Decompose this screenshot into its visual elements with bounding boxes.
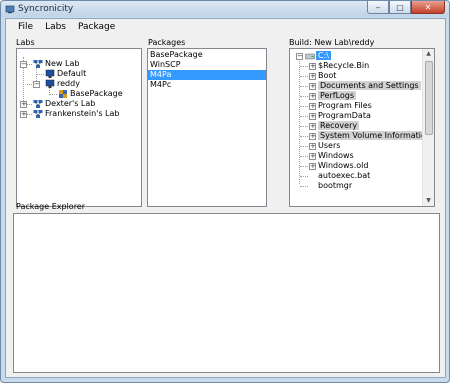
scroll-up-icon[interactable]: ▲ bbox=[423, 49, 434, 59]
tree-item-basepackage[interactable]: BasePackage bbox=[70, 89, 123, 99]
collapse-reddy[interactable]: − bbox=[33, 81, 40, 88]
tree-item-default[interactable]: Default bbox=[57, 69, 86, 79]
menu-package[interactable]: Package bbox=[72, 19, 121, 35]
tree-item[interactable]: autoexec.bat bbox=[318, 171, 370, 180]
list-item[interactable]: BasePackage bbox=[148, 50, 266, 60]
list-item[interactable]: M4Pc bbox=[148, 80, 266, 90]
minimize-button[interactable]: ‒ bbox=[367, 1, 389, 14]
network-computers-icon bbox=[33, 100, 43, 108]
labs-label: Labs bbox=[16, 38, 35, 47]
package-icon bbox=[59, 90, 67, 98]
menu-labs[interactable]: Labs bbox=[39, 19, 72, 35]
expand-folder[interactable]: + bbox=[309, 63, 316, 70]
expand-folder[interactable]: + bbox=[309, 153, 316, 160]
expand-folder[interactable]: + bbox=[309, 93, 316, 100]
maximize-button[interactable]: □ bbox=[389, 1, 411, 14]
close-button[interactable]: ✕ bbox=[411, 1, 445, 14]
packages-list[interactable]: BasePackage WinSCP M4Pa M4Pc bbox=[147, 48, 267, 207]
collapse-drive[interactable]: − bbox=[296, 53, 303, 60]
tree-item[interactable]: Windows.old bbox=[318, 161, 368, 170]
close-icon: ✕ bbox=[424, 2, 432, 12]
labs-tree[interactable]: − New Lab Default − reddy BasePackage + … bbox=[16, 48, 142, 207]
expand-folder[interactable]: + bbox=[309, 143, 316, 150]
build-scrollbar[interactable]: ▲ ▼ bbox=[422, 49, 434, 206]
client-area: File Labs Package Labs − New Lab Default… bbox=[5, 18, 446, 378]
build-label: Build: New Lab\reddy bbox=[289, 38, 375, 47]
network-computers-icon bbox=[33, 60, 43, 68]
tree-item[interactable]: PerfLogs bbox=[318, 91, 357, 100]
tree-item-frankensteins-lab[interactable]: Frankenstein's Lab bbox=[45, 109, 120, 119]
tree-item[interactable]: $Recycle.Bin bbox=[318, 61, 369, 70]
expand-folder[interactable]: + bbox=[309, 113, 316, 120]
package-explorer-label: Package Explorer bbox=[16, 202, 86, 211]
expand-frankensteins-lab[interactable]: + bbox=[20, 111, 27, 118]
scroll-thumb[interactable] bbox=[425, 61, 433, 135]
tree-item-reddy[interactable]: reddy bbox=[57, 79, 80, 89]
scroll-down-icon[interactable]: ▼ bbox=[423, 196, 434, 206]
menu-file[interactable]: File bbox=[12, 19, 39, 35]
minimize-icon: ‒ bbox=[375, 2, 381, 12]
expand-folder[interactable]: + bbox=[309, 103, 316, 110]
list-item[interactable]: M4Pa bbox=[148, 70, 266, 80]
tree-item-dexters-lab[interactable]: Dexter's Lab bbox=[45, 99, 95, 109]
app-icon bbox=[5, 5, 15, 14]
app-window: Syncronicity ‒ □ ✕ File Labs Package Lab… bbox=[0, 0, 450, 383]
tree-item-new-lab[interactable]: New Lab bbox=[45, 59, 79, 69]
tree-item[interactable]: bootmgr bbox=[318, 181, 352, 190]
window-title: Syncronicity bbox=[18, 4, 74, 14]
maximize-icon: □ bbox=[396, 2, 404, 12]
list-item[interactable]: WinSCP bbox=[148, 60, 266, 70]
tree-item[interactable]: Recovery bbox=[318, 121, 360, 130]
build-tree[interactable]: − C:\ + $Recycle.Bin + Boot + Documents and S… bbox=[289, 48, 435, 207]
expand-folder[interactable]: + bbox=[309, 73, 316, 80]
tree-item[interactable]: Program Files bbox=[318, 101, 372, 110]
packages-label: Packages bbox=[148, 38, 186, 47]
monitor-icon bbox=[45, 69, 55, 78]
package-explorer-panel[interactable] bbox=[13, 213, 440, 373]
tree-item[interactable]: Windows bbox=[318, 151, 354, 160]
tree-item[interactable]: ProgramData bbox=[318, 111, 371, 120]
network-computers-icon bbox=[33, 110, 43, 118]
collapse-new-lab[interactable]: − bbox=[20, 61, 27, 68]
tree-item[interactable]: Boot bbox=[318, 71, 336, 80]
expand-folder[interactable]: + bbox=[309, 133, 316, 140]
expand-folder[interactable]: + bbox=[309, 123, 316, 130]
drive-icon bbox=[305, 53, 315, 60]
menu-bar: File Labs Package bbox=[6, 19, 445, 35]
tree-item-root[interactable]: C:\ bbox=[316, 51, 331, 60]
expand-dexters-lab[interactable]: + bbox=[20, 101, 27, 108]
monitor-icon bbox=[45, 79, 55, 88]
tree-item[interactable]: System Volume Information bbox=[318, 131, 433, 140]
tree-item[interactable]: Documents and Settings bbox=[318, 81, 421, 90]
expand-folder[interactable]: + bbox=[309, 163, 316, 170]
tree-item[interactable]: Users bbox=[318, 141, 340, 150]
title-bar[interactable]: Syncronicity ‒ □ ✕ bbox=[1, 1, 449, 17]
expand-folder[interactable]: + bbox=[309, 83, 316, 90]
